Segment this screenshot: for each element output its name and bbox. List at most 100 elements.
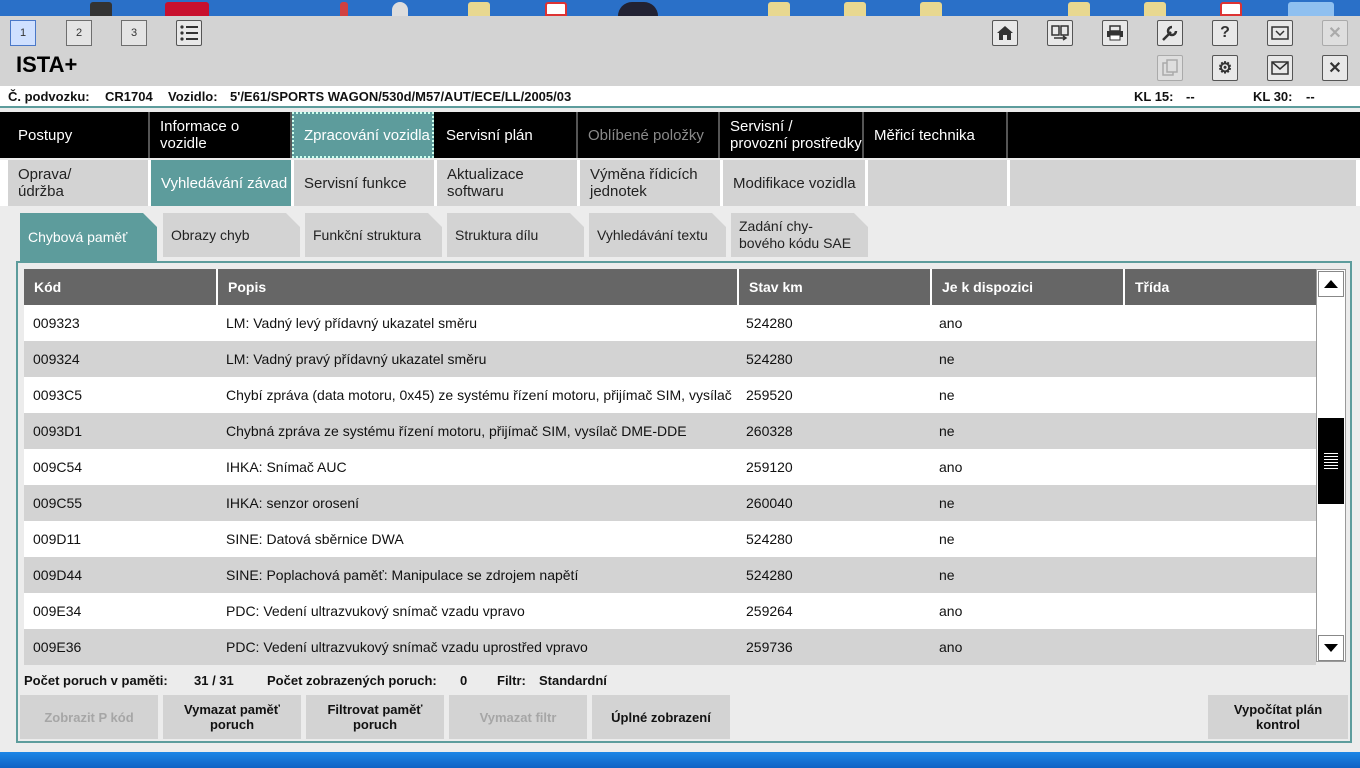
session-tab-1[interactable]: 1 bbox=[10, 20, 36, 46]
tab-sae-code[interactable]: Zadání chy- bového kódu SAE bbox=[731, 213, 868, 257]
table-row[interactable]: 009D44 SINE: Poplachová paměť: Manipulace… bbox=[24, 557, 1316, 593]
table-scrollbar[interactable] bbox=[1316, 269, 1346, 662]
clear-fault-memory-button[interactable]: Vymazat paměť poruch bbox=[163, 695, 301, 739]
cell-class bbox=[1132, 377, 1312, 413]
calculate-test-plan-button[interactable]: Vypočítat plán kontrol bbox=[1208, 695, 1348, 739]
cell-mileage: 259736 bbox=[746, 639, 793, 655]
fault-memory-panel: Kód Popis Stav km Je k dispozici Třída 0… bbox=[16, 261, 1352, 743]
cell-class bbox=[1132, 629, 1312, 665]
shown-count-label: Počet zobrazených poruch: bbox=[267, 673, 437, 688]
cell-mileage: 524280 bbox=[746, 351, 793, 367]
cell-code: 009324 bbox=[33, 351, 80, 367]
taskbar-strip bbox=[0, 752, 1360, 768]
table-row[interactable]: 009324 LM: Vadný pravý přídavný ukazatel … bbox=[24, 341, 1316, 377]
cell-class bbox=[1132, 521, 1312, 557]
subnav-filler bbox=[1010, 160, 1356, 206]
cell-available: ano bbox=[939, 603, 963, 619]
table-row[interactable]: 0093D1 Chybná zpráva ze systému řízení mo… bbox=[24, 413, 1316, 449]
scroll-up-button[interactable] bbox=[1318, 271, 1344, 297]
tab-fault-memory[interactable]: Chybová paměť bbox=[20, 213, 157, 261]
chassis-label: Č. podvozku: bbox=[8, 89, 90, 104]
ista-window: 1 2 3 ? ✕ ISTA+ ⚙ ✕ Č. podvozku: CR1704 … bbox=[0, 16, 1360, 752]
kl30-value: -- bbox=[1306, 89, 1315, 104]
scroll-thumb[interactable] bbox=[1318, 418, 1344, 504]
print-icon[interactable] bbox=[1102, 20, 1128, 46]
faults-count-label: Počet poruch v paměti: bbox=[24, 673, 168, 688]
close-session-icon[interactable]: ✕ bbox=[1322, 55, 1348, 81]
cell-code: 009E34 bbox=[33, 603, 82, 619]
table-row[interactable]: 009323 LM: Vadný levý přídavný ukazatel s… bbox=[24, 305, 1316, 341]
subnav-ecu-replacement[interactable]: Výměna řídicích jednotek bbox=[580, 160, 720, 206]
scroll-down-button[interactable] bbox=[1318, 635, 1344, 661]
table-row[interactable]: 009C55 IHKA: senzor orosení 260040 ne bbox=[24, 485, 1316, 521]
app-title: ISTA+ bbox=[16, 52, 78, 77]
cell-mileage: 259120 bbox=[746, 459, 793, 475]
subnav-software-update[interactable]: Aktualizace softwaru bbox=[437, 160, 577, 206]
cell-available: ne bbox=[939, 495, 955, 511]
nav-service-resources[interactable]: Servisní / provozní prostředky bbox=[720, 112, 864, 158]
minimize-icon[interactable] bbox=[1267, 20, 1293, 46]
subnav-vehicle-modification[interactable]: Modifikace vozidla bbox=[723, 160, 865, 206]
column-header-available[interactable]: Je k dispozici bbox=[932, 269, 1125, 305]
nav-favorites: Oblíbené položky bbox=[578, 112, 720, 158]
cell-description: Chybná zpráva ze systému řízení motoru, … bbox=[226, 423, 687, 439]
tab-fault-images[interactable]: Obrazy chyb bbox=[163, 213, 300, 257]
session-tab-2[interactable]: 2 bbox=[66, 20, 92, 46]
cell-class bbox=[1132, 341, 1312, 377]
full-view-button[interactable]: Úplné zobrazení bbox=[592, 695, 730, 739]
copy-icon bbox=[1157, 55, 1183, 81]
cell-description: SINE: Poplachová paměť: Manipulace se zd… bbox=[226, 567, 579, 583]
show-p-code-button: Zobrazit P kód bbox=[20, 695, 158, 739]
subnav-fault-search[interactable]: Vyhledávání závad bbox=[151, 160, 291, 206]
table-row[interactable]: 009E36 PDC: Vedení ultrazvukový snímač vz… bbox=[24, 629, 1316, 665]
subnav-repair[interactable]: Oprava/ údržba bbox=[8, 160, 148, 206]
cell-available: ano bbox=[939, 459, 963, 475]
cell-available: ne bbox=[939, 531, 955, 547]
cell-code: 009323 bbox=[33, 315, 80, 331]
tab-part-structure[interactable]: Struktura dílu bbox=[447, 213, 584, 257]
table-row[interactable]: 0093C5 Chybí zpráva (data motoru, 0x45) z… bbox=[24, 377, 1316, 413]
list-icon[interactable] bbox=[176, 20, 202, 46]
cell-code: 0093D1 bbox=[33, 423, 83, 439]
nav-service-plan[interactable]: Servisní plán bbox=[436, 112, 578, 158]
filter-fault-memory-button[interactable]: Filtrovat paměť poruch bbox=[306, 695, 444, 739]
top-toolbar: 1 2 3 ? ✕ bbox=[0, 16, 1360, 50]
subnav-empty-slot bbox=[868, 160, 1007, 206]
session-tab-3[interactable]: 3 bbox=[121, 20, 147, 46]
cell-available: ne bbox=[939, 423, 955, 439]
nav-vehicle-processing[interactable]: Zpracování vozidla bbox=[292, 112, 434, 158]
table-row[interactable]: 009E34 PDC: Vedení ultrazvukový snímač vz… bbox=[24, 593, 1316, 629]
cell-description: LM: Vadný pravý přídavný ukazatel směru bbox=[226, 351, 487, 367]
gear-icon[interactable]: ⚙ bbox=[1212, 55, 1238, 81]
subnav-service-functions[interactable]: Servisní funkce bbox=[294, 160, 434, 206]
desktop-icon bbox=[468, 2, 490, 16]
column-header-code[interactable]: Kód bbox=[24, 269, 218, 305]
close-icon: ✕ bbox=[1322, 20, 1348, 46]
nav-postupy[interactable]: Postupy bbox=[8, 112, 150, 158]
cell-code: 009C55 bbox=[33, 495, 83, 511]
column-header-mileage[interactable]: Stav km bbox=[739, 269, 932, 305]
mail-icon[interactable] bbox=[1267, 55, 1293, 81]
table-row[interactable]: 009D11 SINE: Datová sběrnice DWA 524280 ne bbox=[24, 521, 1316, 557]
help-icon[interactable]: ? bbox=[1212, 20, 1238, 46]
column-header-description[interactable]: Popis bbox=[218, 269, 739, 305]
tab-function-structure[interactable]: Funkční struktura bbox=[305, 213, 442, 257]
cell-available: ano bbox=[939, 315, 963, 331]
sub-nav: Oprava/ údržba Vyhledávání závad Servisn… bbox=[0, 160, 1360, 206]
compare-icon[interactable] bbox=[1047, 20, 1073, 46]
filter-label: Filtr: bbox=[497, 673, 526, 688]
nav-measuring[interactable]: Měřicí technika bbox=[864, 112, 1008, 158]
desktop-icon bbox=[165, 2, 209, 16]
column-header-class[interactable]: Třída bbox=[1125, 269, 1316, 305]
title-bar: ISTA+ ⚙ ✕ bbox=[0, 50, 1360, 86]
cell-mileage: 524280 bbox=[746, 531, 793, 547]
table-row[interactable]: 009C54 IHKA: Snímač AUC 259120 ano bbox=[24, 449, 1316, 485]
home-icon[interactable] bbox=[992, 20, 1018, 46]
nav-vehicle-info[interactable]: Informace o vozidle bbox=[150, 112, 292, 158]
cell-description: PDC: Vedení ultrazvukový snímač vzadu vp… bbox=[226, 603, 525, 619]
desktop-icon bbox=[768, 2, 790, 16]
chassis-value: CR1704 bbox=[105, 89, 153, 104]
cell-class bbox=[1132, 449, 1312, 485]
wrench-icon[interactable] bbox=[1157, 20, 1183, 46]
tab-text-search[interactable]: Vyhledávání textu bbox=[589, 213, 726, 257]
